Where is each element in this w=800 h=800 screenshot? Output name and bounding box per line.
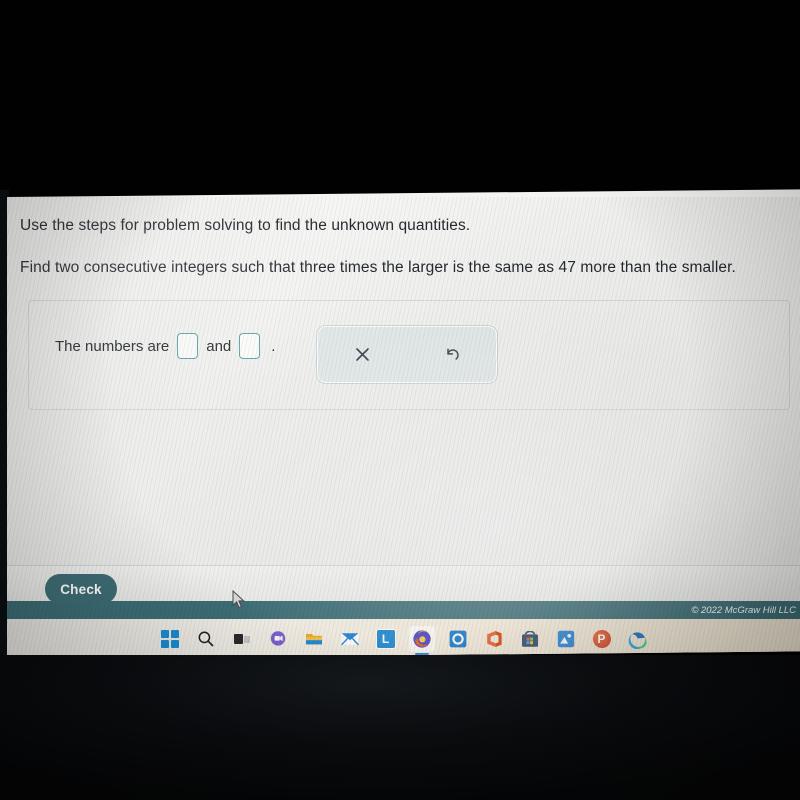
answer-terminator: . [271, 337, 276, 355]
answer-row: The numbers are and . [55, 333, 275, 359]
chat-teams-icon [269, 630, 287, 648]
office-button[interactable] [481, 626, 507, 652]
laptop-bezel-top [0, 0, 800, 197]
edge-button[interactable] [625, 626, 651, 656]
aleks-problem-page: Use the steps for problem solving to fin… [7, 197, 800, 601]
undo-button[interactable] [407, 327, 496, 382]
answer-input-box-1[interactable] [177, 333, 199, 359]
microsoft-store-icon [521, 630, 539, 648]
answer-input-box-2[interactable] [239, 333, 261, 359]
search-button[interactable] [193, 626, 219, 652]
start-button[interactable] [157, 626, 183, 652]
clear-answer-button[interactable] [318, 327, 407, 382]
windows-taskbar: LP [7, 619, 800, 659]
file-explorer-folder-icon [305, 631, 323, 647]
answer-lead-text: The numbers are [55, 337, 170, 355]
firefox-icon [412, 629, 432, 649]
chat-button[interactable] [265, 626, 291, 652]
task-view-icon [233, 630, 251, 648]
firefox-button[interactable] [408, 626, 435, 652]
problem-instruction: Use the steps for problem solving to fin… [20, 217, 471, 234]
letter-l-app-icon: L [375, 629, 396, 649]
footer-zone [7, 566, 800, 601]
search-magnifier-icon [197, 630, 215, 648]
photos-button[interactable] [553, 626, 579, 652]
blue-circle-app-icon [449, 630, 467, 648]
math-input-toolbar [317, 326, 497, 383]
mail-button[interactable] [337, 626, 363, 652]
undo-arrow-icon [443, 346, 461, 364]
laptop-keyboard-deck [0, 655, 800, 800]
lockdown-browser-button[interactable]: L [373, 626, 399, 652]
file-explorer-button[interactable] [301, 626, 327, 652]
office-icon [485, 630, 503, 648]
mail-envelope-icon [340, 632, 359, 646]
task-view-button[interactable] [229, 626, 255, 652]
laptop-display: Use the steps for problem solving to fin… [7, 189, 800, 659]
laptop-screen-photo: Use the steps for problem solving to fin… [0, 0, 800, 800]
answer-conjunction: and [206, 337, 232, 355]
microsoft-edge-icon [628, 630, 647, 649]
x-clear-icon [354, 346, 371, 363]
copyright-text: © 2022 McGraw Hill LLC [691, 604, 796, 616]
copyright-bar: © 2022 McGraw Hill LLC [7, 601, 800, 619]
photos-app-icon [557, 630, 575, 648]
check-button[interactable]: Check [45, 574, 117, 604]
powerpoint-icon: P [592, 630, 611, 648]
cortana-button[interactable] [445, 626, 471, 652]
problem-question: Find two consecutive integers such that … [20, 259, 736, 276]
powerpoint-button[interactable]: P [589, 626, 615, 656]
microsoft-store-button[interactable] [517, 626, 543, 652]
mouse-cursor [232, 589, 246, 610]
windows-logo-icon [160, 630, 179, 648]
